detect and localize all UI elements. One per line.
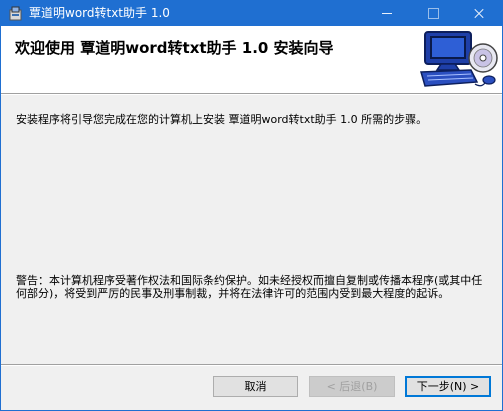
installer-window: 覃道明word转txt助手 1.0 欢迎使用 覃道明word转txt助手 1.0… <box>0 0 503 411</box>
header-separator <box>1 94 502 95</box>
close-button[interactable] <box>456 1 502 26</box>
next-button[interactable]: 下一步(N) > <box>405 376 491 397</box>
installer-box-icon <box>9 6 22 21</box>
wizard-heading: 欢迎使用 覃道明word转txt助手 1.0 安装向导 <box>15 39 334 57</box>
back-button: < 后退(B) <box>309 376 395 397</box>
computer-with-cd-icon <box>420 31 498 87</box>
button-area-separator <box>1 364 502 366</box>
intro-text: 安装程序将引导您完成在您的计算机上安装 覃道明word转txt助手 1.0 所需… <box>16 113 428 126</box>
wizard-header: 欢迎使用 覃道明word转txt助手 1.0 安装向导 <box>1 26 502 94</box>
minimize-button[interactable] <box>364 1 410 26</box>
copyright-warning: 警告：本计算机程序受著作权法和国际条约保护。如未经授权而擅自复制或传播本程序(或… <box>16 274 483 300</box>
maximize-button <box>410 1 456 26</box>
window-title: 覃道明word转txt助手 1.0 <box>29 6 170 20</box>
cancel-button[interactable]: 取消 <box>213 376 298 397</box>
title-bar[interactable]: 覃道明word转txt助手 1.0 <box>1 1 502 26</box>
